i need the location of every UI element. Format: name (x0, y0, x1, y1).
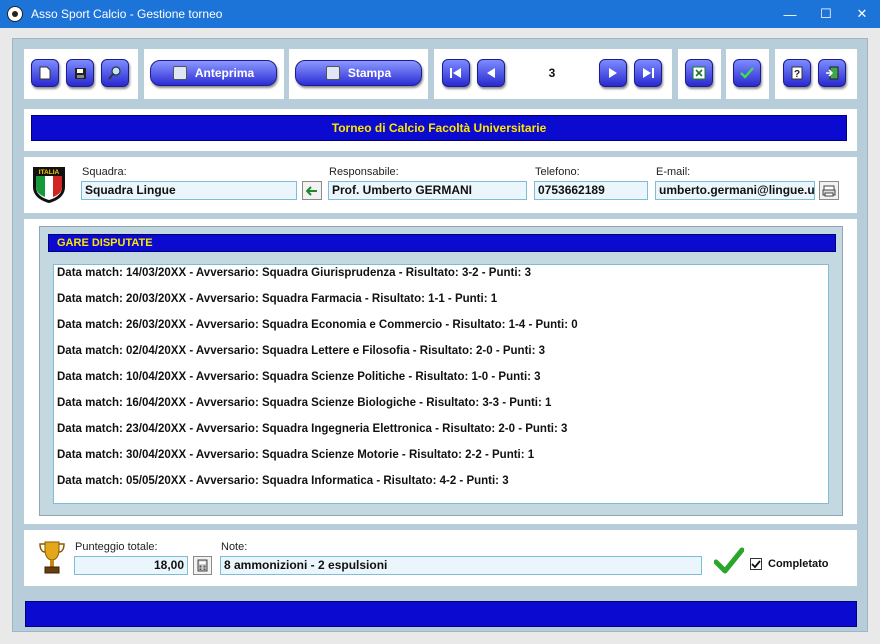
squadra-label: Squadra: (82, 166, 127, 178)
main-frame: Anteprima Stampa 3 ? Torneo di Calcio Fa… (12, 38, 868, 632)
printer-icon (325, 66, 340, 80)
exit-door-icon (826, 66, 839, 80)
help-toolbar: ? (775, 49, 857, 99)
arrow-left-icon (306, 185, 317, 196)
telefono-field[interactable]: 0753662189 (534, 181, 648, 200)
print-toolbar: Stampa (289, 49, 428, 99)
last-record-icon (643, 68, 654, 78)
italia-shield-logo: ITALIA (33, 167, 65, 203)
matches-group: GARE DISPUTATE Data match: 14/03/20XX - … (39, 226, 843, 516)
exit-button[interactable] (818, 59, 846, 87)
email-label: E-mail: (656, 166, 691, 178)
help-icon: ? (791, 66, 803, 80)
list-item[interactable]: Data match: 23/04/20XX - Avversario: Squ… (57, 423, 567, 435)
record-number: 3 (548, 66, 556, 80)
completato-checkbox[interactable] (750, 558, 762, 570)
title-panel: Torneo di Calcio Facoltà Universitarie (24, 109, 857, 151)
list-item[interactable]: Data match: 05/05/20XX - Avversario: Squ… (57, 475, 509, 487)
telefono-label: Telefono: (535, 166, 580, 178)
list-item[interactable]: Data match: 10/04/20XX - Avversario: Squ… (57, 371, 541, 383)
next-icon (609, 68, 617, 78)
punteggio-label: Punteggio totale: (75, 541, 158, 553)
new-record-button[interactable] (31, 59, 59, 87)
trophy-icon (39, 541, 65, 574)
checkmark-icon (740, 67, 754, 79)
save-button[interactable] (66, 59, 94, 87)
help-button[interactable]: ? (783, 59, 811, 87)
matches-list[interactable]: Data match: 14/03/20XX - Avversario: Squ… (53, 264, 829, 504)
title-bar: Asso Sport Calcio - Gestione torneo — ☐ … (0, 0, 880, 28)
print-button[interactable]: Stampa (295, 60, 422, 86)
close-button[interactable]: ✕ (844, 0, 880, 28)
note-label: Note: (221, 541, 248, 553)
tournament-title: Torneo di Calcio Facoltà Universitarie (31, 115, 847, 141)
first-record-button[interactable] (442, 59, 470, 87)
preview-icon (172, 66, 187, 80)
checkbox-check-icon (751, 559, 761, 568)
completato-label: Completato (768, 558, 829, 570)
team-panel: ITALIA Squadra: Squadra Lingue Responsab… (24, 157, 857, 213)
confirm-button[interactable] (733, 59, 761, 87)
matches-panel: GARE DISPUTATE Data match: 14/03/20XX - … (24, 219, 857, 524)
excel-icon (692, 66, 706, 80)
soccer-ball-icon (7, 6, 23, 22)
previous-icon (487, 68, 495, 78)
minimize-button[interactable]: — (772, 0, 808, 28)
previous-record-button[interactable] (477, 59, 505, 87)
new-document-icon (39, 66, 51, 80)
preview-toolbar: Anteprima (144, 49, 284, 99)
note-field[interactable]: 8 ammonizioni - 2 espulsioni (220, 556, 702, 575)
search-button[interactable] (101, 59, 129, 87)
email-field[interactable]: umberto.germani@lingue.u (655, 181, 815, 200)
list-item[interactable]: Data match: 16/04/20XX - Avversario: Squ… (57, 397, 551, 409)
email-printer-icon (822, 185, 836, 196)
magnifier-icon (108, 66, 121, 80)
responsabile-label: Responsabile: (329, 166, 399, 178)
last-record-button[interactable] (634, 59, 662, 87)
responsabile-field[interactable]: Prof. Umberto GERMANI (328, 181, 527, 200)
file-toolbar (24, 49, 138, 99)
next-record-button[interactable] (599, 59, 627, 87)
list-item[interactable]: Data match: 02/04/20XX - Avversario: Squ… (57, 345, 545, 357)
punteggio-field: 18,00 (74, 556, 188, 575)
window-title: Asso Sport Calcio - Gestione torneo (31, 7, 223, 21)
send-email-button[interactable] (819, 181, 839, 200)
logo-text: ITALIA (39, 169, 60, 176)
confirm-toolbar (726, 49, 769, 99)
preview-label: Anteprima (194, 66, 255, 80)
print-label: Stampa (347, 66, 392, 80)
squadra-field[interactable]: Squadra Lingue (81, 181, 297, 200)
floppy-disk-icon (74, 67, 86, 79)
client-area: Anteprima Stampa 3 ? Torneo di Calcio Fa… (0, 28, 880, 644)
svg-text:?: ? (794, 69, 800, 80)
status-bar (25, 601, 857, 627)
preview-button[interactable]: Anteprima (150, 60, 277, 86)
excel-toolbar (678, 49, 721, 99)
matches-header: GARE DISPUTATE (48, 234, 836, 252)
list-item[interactable]: Data match: 30/04/20XX - Avversario: Squ… (57, 449, 534, 461)
summary-panel: Punteggio totale: 18,00 Note: 8 ammonizi… (24, 530, 857, 586)
list-item[interactable]: Data match: 20/03/20XX - Avversario: Squ… (57, 293, 497, 305)
list-item[interactable]: Data match: 14/03/20XX - Avversario: Squ… (57, 267, 531, 279)
calculator-icon (197, 559, 208, 572)
navigation-toolbar: 3 (434, 49, 672, 99)
first-record-icon (450, 68, 461, 78)
maximize-button[interactable]: ☐ (808, 0, 844, 28)
list-item[interactable]: Data match: 26/03/20XX - Avversario: Squ… (57, 319, 578, 331)
export-excel-button[interactable] (685, 59, 713, 87)
completed-checkmark-icon (714, 547, 744, 574)
select-team-button[interactable] (302, 181, 322, 200)
calculate-button[interactable] (193, 556, 212, 575)
